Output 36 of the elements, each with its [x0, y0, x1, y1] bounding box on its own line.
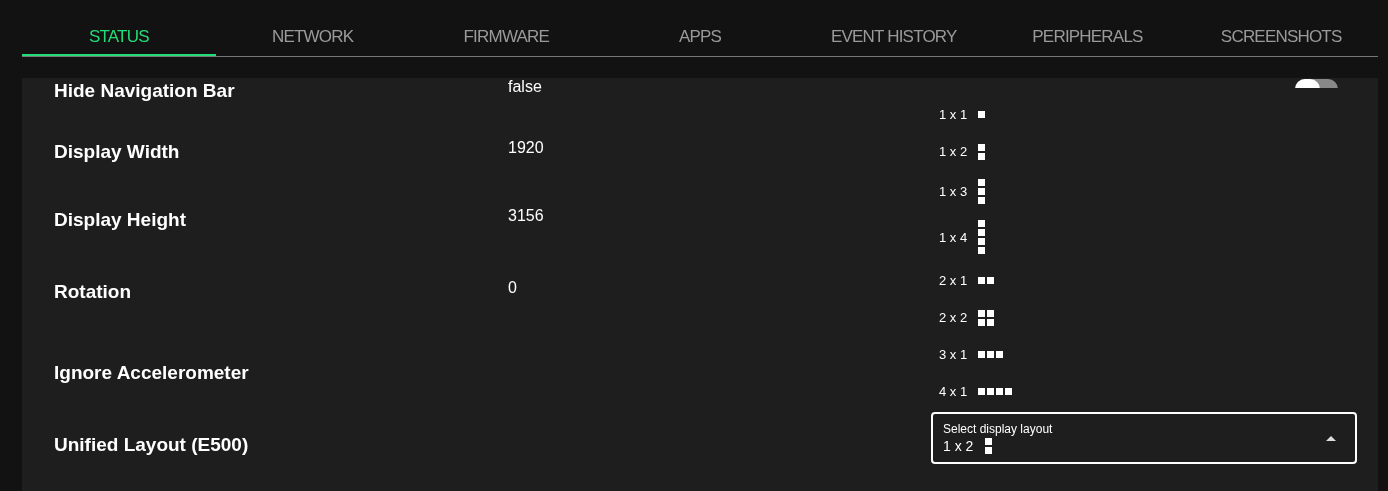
tab[interactable]: EVENT HISTORY: [796, 24, 991, 56]
menu-item[interactable]: 2 x 1: [930, 262, 1370, 299]
tab[interactable]: PERIPHERALS: [990, 24, 1185, 56]
menu-item[interactable]: 2 x 2: [930, 299, 1370, 336]
menu-item[interactable]: 1 x 1: [930, 96, 1370, 133]
tab[interactable]: APPS: [603, 24, 797, 56]
tab[interactable]: STATUS: [22, 24, 216, 56]
grid-icon: [978, 351, 1003, 358]
setting-label: Unified Layout (E500): [54, 433, 250, 456]
caret-icon: [1326, 436, 1336, 441]
grid-icon: [985, 438, 993, 454]
tab[interactable]: NETWORK: [215, 24, 410, 56]
setting-label: Hide Navigation Bar: [54, 79, 236, 102]
menu-item[interactable]: 1 x 2: [930, 133, 1370, 170]
menu-item[interactable]: 3 x 1: [930, 336, 1370, 373]
menu-item[interactable]: 1 x 4: [930, 212, 1370, 262]
grid-icon: [978, 143, 985, 160]
grid-icon: [978, 277, 994, 284]
setting-label: Rotation: [54, 280, 133, 303]
setting-label: Display Height: [54, 208, 187, 231]
tab[interactable]: SCREENSHOTS: [1184, 24, 1379, 56]
menu-item[interactable]: 1 x 3: [930, 170, 1370, 212]
setting-value: 1920: [508, 139, 544, 157]
layout-select[interactable]: Select display layout 1 x 2: [931, 412, 1357, 464]
grid-icon: [978, 178, 985, 204]
grid-icon: [978, 309, 994, 326]
grid-icon: [978, 220, 985, 254]
setting-label: Display Width: [54, 140, 181, 163]
setting-value: false: [508, 78, 542, 96]
tab[interactable]: FIRMWARE: [409, 24, 604, 56]
setting-value: 0: [508, 279, 517, 297]
menu-item[interactable]: 4 x 1: [930, 373, 1370, 410]
setting-label: Ignore Accelerometer: [54, 361, 250, 384]
setting-value: 3156: [508, 207, 544, 225]
grid-icon: [978, 111, 985, 118]
grid-icon: [978, 388, 1012, 395]
